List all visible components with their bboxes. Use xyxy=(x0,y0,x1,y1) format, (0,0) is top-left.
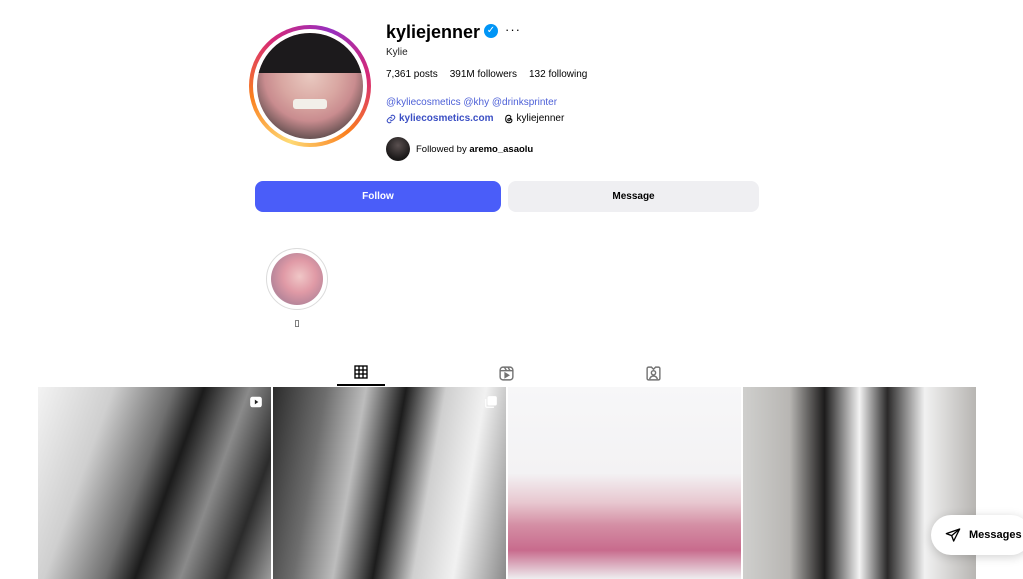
paper-plane-icon xyxy=(945,528,961,542)
posts-count: 7,361 posts xyxy=(386,69,438,80)
tagged-icon xyxy=(645,365,661,381)
profile-stats: 7,361 posts 391M followers 132 following xyxy=(386,69,587,80)
story-highlight[interactable] xyxy=(266,248,328,310)
followed-by-prefix: Followed by xyxy=(416,143,467,155)
avatar-photo xyxy=(257,33,363,139)
followed-by-text: Followed by aremo_asaolu xyxy=(416,144,533,155)
grid-icon xyxy=(354,365,368,379)
messages-button[interactable]: Messages xyxy=(931,515,1023,555)
post-thumbnail[interactable] xyxy=(273,387,506,579)
avatar-border xyxy=(253,29,367,143)
reels-icon xyxy=(498,365,514,381)
avatar-grillz xyxy=(293,98,327,110)
link-icon xyxy=(386,114,396,123)
website-link-text: kyliecosmetics.com xyxy=(399,113,494,124)
threads-link[interactable]: kyliejenner xyxy=(504,113,565,124)
highlight-cover xyxy=(271,253,323,305)
reel-icon xyxy=(250,396,262,408)
more-options-icon[interactable]: ··· xyxy=(505,22,521,37)
profile-tabs xyxy=(0,360,1023,388)
tab-posts[interactable] xyxy=(337,360,385,386)
profile-full-name: Kylie xyxy=(386,47,408,58)
follower-avatar xyxy=(386,137,410,161)
threads-handle: kyliejenner xyxy=(516,113,565,124)
post-grid xyxy=(38,387,976,579)
profile-avatar[interactable] xyxy=(249,25,371,147)
carousel-icon xyxy=(485,396,497,408)
following-count[interactable]: 132 following xyxy=(529,69,587,80)
post-thumbnail[interactable] xyxy=(508,387,741,579)
avatar-beanie xyxy=(257,33,363,74)
followed-by-user: aremo_asaolu xyxy=(469,143,534,155)
tab-tagged[interactable] xyxy=(629,360,677,386)
messages-label: Messages xyxy=(969,529,1022,541)
follow-button[interactable]: Follow xyxy=(255,181,501,212)
tab-reels[interactable] xyxy=(482,360,530,386)
highlight-label: ▯ xyxy=(294,318,300,328)
verified-badge-icon: ✓ xyxy=(484,24,498,38)
threads-icon xyxy=(504,114,512,123)
profile-username: kyliejenner xyxy=(386,22,481,42)
website-link[interactable]: kyliecosmetics.com xyxy=(386,113,494,124)
followed-by[interactable]: Followed by aremo_asaolu xyxy=(386,137,533,161)
bio-links: kyliecosmetics.com kyliejenner xyxy=(386,113,564,124)
followers-count[interactable]: 391M followers xyxy=(450,69,517,80)
bio-tags[interactable]: @kyliecosmetics @khy @drinksprinter xyxy=(386,97,557,108)
message-button[interactable]: Message xyxy=(508,181,759,212)
post-thumbnail[interactable] xyxy=(38,387,271,579)
